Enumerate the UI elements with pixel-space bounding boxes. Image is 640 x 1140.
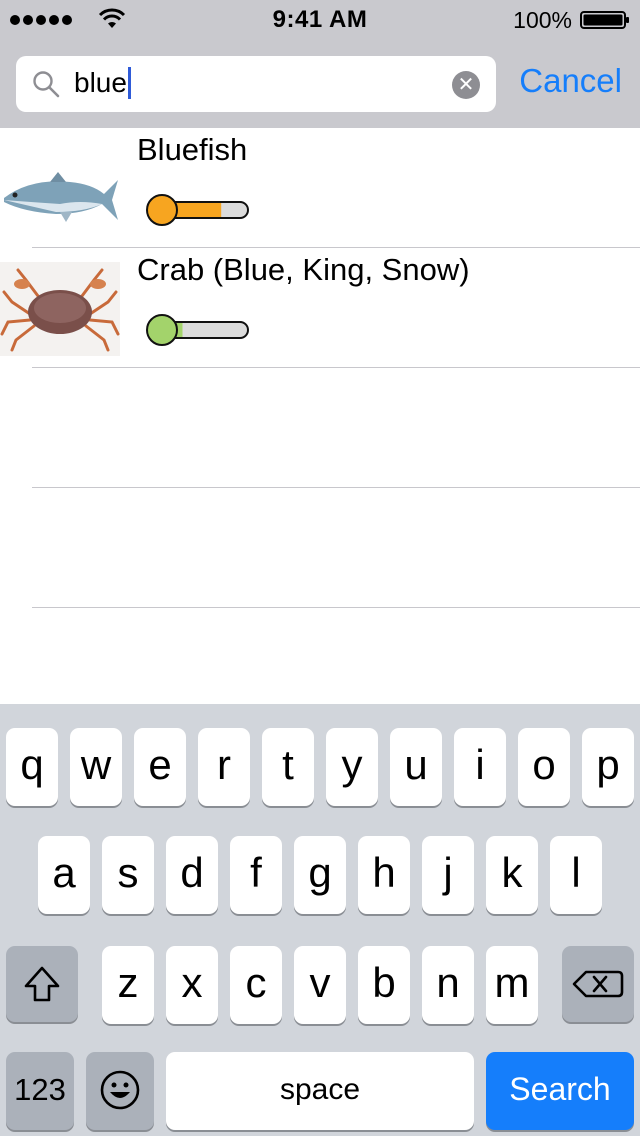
key-t[interactable]: t [262,728,314,806]
key-d[interactable]: d [166,836,218,914]
key-b[interactable]: b [358,946,410,1024]
key-m[interactable]: m [486,946,538,1024]
shift-key[interactable] [6,946,78,1022]
backspace-key[interactable] [562,946,634,1022]
sustainability-meter [146,314,249,346]
shift-icon [24,966,60,1002]
key-i[interactable]: i [454,728,506,806]
key-j[interactable]: j [422,836,474,914]
battery-percent: 100% [513,7,572,33]
space-key[interactable]: space [166,1052,474,1130]
backspace-icon [572,970,624,998]
sustainability-meter [146,194,249,226]
result-name: Bluefish [137,132,248,167]
row-separator [32,607,640,608]
search-value[interactable]: blue [74,66,131,101]
search-input[interactable]: blue ✕ [16,56,496,112]
battery-icon [580,11,629,29]
key-l[interactable]: l [550,836,602,914]
results-list: Bluefish Crab (Blue, King, Snow) [0,128,640,704]
key-f[interactable]: f [230,836,282,914]
key-z[interactable]: z [102,946,154,1024]
search-key[interactable]: Search [486,1052,634,1130]
bluefish-image [4,172,118,222]
crab-image [0,262,120,356]
key-w[interactable]: w [70,728,122,806]
key-s[interactable]: s [102,836,154,914]
row-separator [32,487,640,488]
row-separator [32,367,640,368]
magnifier-icon [33,71,60,98]
list-item[interactable]: Crab (Blue, King, Snow) [0,248,640,368]
key-p[interactable]: p [582,728,634,806]
key-y[interactable]: y [326,728,378,806]
key-e[interactable]: e [134,728,186,806]
search-bar: blue ✕ Cancel [0,40,640,129]
search-text: blue [74,67,127,98]
key-n[interactable]: n [422,946,474,1024]
key-c[interactable]: c [230,946,282,1024]
list-item[interactable]: Bluefish [0,128,640,248]
key-h[interactable]: h [358,836,410,914]
key-r[interactable]: r [198,728,250,806]
key-a[interactable]: a [38,836,90,914]
emoji-icon [100,1070,140,1110]
key-g[interactable]: g [294,836,346,914]
text-caret [127,66,131,99]
keyboard: qwertyuiop asdfghjkl zxcvbnm 123 space S… [0,704,640,1136]
key-k[interactable]: k [486,836,538,914]
clear-x-icon[interactable]: ✕ [452,71,480,99]
numbers-key[interactable]: 123 [6,1052,74,1130]
status-bar: 9:41 AM 100% [0,0,640,40]
key-v[interactable]: v [294,946,346,1024]
key-u[interactable]: u [390,728,442,806]
key-q[interactable]: q [6,728,58,806]
result-name: Crab (Blue, King, Snow) [137,252,470,287]
cancel-button[interactable]: Cancel [519,62,622,100]
emoji-key[interactable] [86,1052,154,1130]
key-o[interactable]: o [518,728,570,806]
key-x[interactable]: x [166,946,218,1024]
